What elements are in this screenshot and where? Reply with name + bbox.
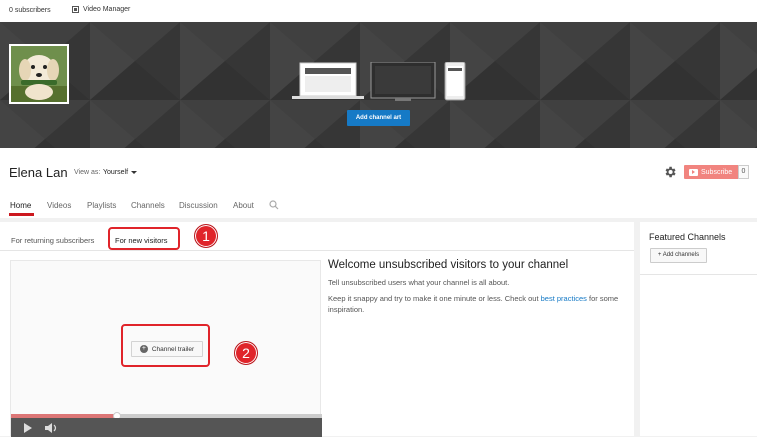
welcome-description: Tell unsubscribed users what your channe… [328,278,510,287]
video-manager-icon [72,6,79,13]
dog-avatar-image [11,46,67,102]
device-preview-icons [292,62,466,101]
play-icon[interactable] [23,423,33,433]
video-manager-label: Video Manager [83,6,131,13]
youtube-play-icon [689,168,698,176]
tab-channels[interactable]: Channels [131,201,165,210]
tab-playlists[interactable]: Playlists [87,201,116,210]
subtab-returning-subscribers[interactable]: For returning subscribers [11,236,94,245]
welcome-title: Welcome unsubscribed visitors to your ch… [328,259,569,271]
tab-discussion[interactable]: Discussion [179,201,218,210]
subscribe-label: Subscribe [701,168,733,176]
annotation-highlight-1 [108,227,180,250]
welcome-tips: Keep it snappy and try to make it one mi… [328,293,628,315]
subscribe-count: 0 [738,165,749,179]
add-channels-button[interactable]: + Add channels [650,248,707,263]
annotation-badge-1: 1 [194,224,218,248]
view-as-dropdown[interactable]: Yourself [103,169,138,176]
channel-avatar[interactable] [9,44,69,104]
subscribe-button[interactable]: Subscribe 0 [684,165,749,179]
chevron-down-icon [131,171,138,174]
audience-subtabs: For returning subscribers For new visito… [0,222,634,251]
tab-videos[interactable]: Videos [47,201,71,210]
channel-name: Elena Lan [9,165,68,180]
subscribe-main[interactable]: Subscribe [684,165,738,179]
main-content: For returning subscribers For new visito… [0,222,634,437]
channel-banner: Add channel art [0,22,757,148]
search-icon[interactable] [269,200,279,210]
annotation-highlight-2 [121,324,210,367]
view-as-label: View as: [74,169,101,176]
gear-icon[interactable] [663,165,677,179]
welcome-tips-text: Keep it snappy and try to make it one mi… [328,294,541,303]
active-tab-indicator [9,213,34,216]
annotation-badge-2: 2 [234,341,258,365]
top-bar: 0 subscribers Video Manager [0,0,757,22]
best-practices-link[interactable]: best practices [541,294,587,303]
add-channel-art-button[interactable]: Add channel art [347,110,410,126]
view-as-value: Yourself [103,169,129,176]
tab-home[interactable]: Home [10,201,31,210]
subscriber-count: 0 subscribers [9,7,51,14]
featured-channels-panel: Featured Channels + Add channels [640,222,757,436]
featured-channels-title: Featured Channels [649,232,726,242]
featured-channels-body [640,274,757,436]
video-controls [11,418,322,437]
channel-tabs: Home Videos Playlists Channels Discussio… [0,199,630,217]
video-manager-link[interactable]: Video Manager [72,6,130,13]
volume-icon[interactable] [45,423,59,433]
tab-about[interactable]: About [233,201,254,210]
